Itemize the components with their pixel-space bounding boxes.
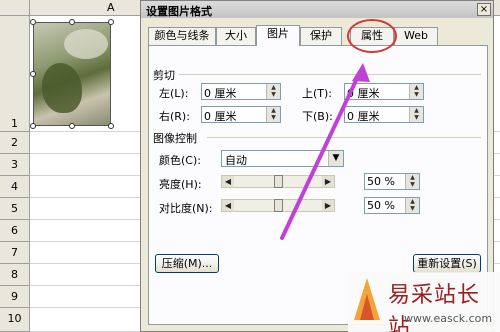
close-button[interactable]: × (477, 3, 491, 16)
contrast-slider[interactable]: ◀ ▶ (221, 199, 335, 212)
row-header-10[interactable]: 10 (0, 308, 30, 332)
contrast-value: 50 % (367, 199, 395, 212)
tab-size[interactable]: 大小 (216, 27, 256, 45)
row-header-4[interactable]: 4 (0, 176, 30, 198)
spinner-arrows[interactable]: ▲ ▼ (266, 84, 280, 99)
crop-left-spinner[interactable]: 0 厘米 ▲ ▼ (201, 83, 281, 100)
image-control-group-label: 图像控制 (153, 132, 197, 145)
spin-down-icon[interactable]: ▼ (410, 114, 423, 121)
dialog-title: 设置图片格式 (146, 5, 212, 18)
row-header-2[interactable]: 2 (0, 132, 30, 154)
contrast-label: 对比度(N): (159, 202, 213, 215)
tab-protection[interactable]: 保护 (300, 27, 342, 45)
spinner-arrows[interactable]: ▲ ▼ (405, 198, 419, 213)
brightness-spinner[interactable]: 50 % ▲ ▼ (364, 173, 420, 190)
row-header-8[interactable]: 8 (0, 264, 30, 286)
chevron-down-icon[interactable]: ▼ (328, 151, 343, 166)
crop-top-label: 上(T): (302, 87, 333, 100)
crop-group-label: 剪切 (153, 69, 175, 82)
slider-right-arrow-icon[interactable]: ▶ (322, 176, 334, 187)
picture-sky (64, 29, 108, 59)
resize-handle-top[interactable] (69, 19, 75, 25)
spin-down-icon[interactable]: ▼ (406, 181, 419, 188)
row-header-3[interactable]: 3 (0, 154, 30, 176)
slider-left-arrow-icon[interactable]: ◀ (222, 200, 234, 211)
inserted-picture[interactable] (33, 22, 111, 126)
spin-up-icon[interactable]: ▲ (410, 107, 423, 114)
crop-bottom-value: 0 厘米 (347, 110, 380, 123)
brightness-slider-thumb[interactable] (273, 175, 283, 188)
spin-up-icon[interactable]: ▲ (406, 174, 419, 181)
crop-right-spinner[interactable]: 0 厘米 ▲ ▼ (201, 106, 281, 123)
spin-down-icon[interactable]: ▼ (410, 91, 423, 98)
crop-bottom-label: 下(B): (302, 110, 333, 123)
reset-button[interactable]: 重新设置(S) (413, 254, 481, 273)
spin-up-icon[interactable]: ▲ (267, 107, 280, 114)
row-header-6[interactable]: 6 (0, 220, 30, 242)
spin-up-icon[interactable]: ▲ (410, 84, 423, 91)
watermark-url: www.easck.com (404, 312, 493, 325)
crop-group-divider (179, 74, 481, 75)
color-select[interactable]: 自动 ▼ (221, 150, 344, 167)
select-all-corner[interactable] (0, 0, 30, 16)
crop-right-value: 0 厘米 (204, 110, 237, 123)
brightness-label: 亮度(H): (159, 178, 202, 191)
column-header-a[interactable]: A (107, 1, 115, 14)
spin-down-icon[interactable]: ▼ (267, 114, 280, 121)
tab-colors-and-lines[interactable]: 颜色与线条 (148, 27, 216, 45)
row-header-9[interactable]: 9 (0, 286, 30, 308)
spinner-arrows[interactable]: ▲ ▼ (266, 107, 280, 122)
spin-up-icon[interactable]: ▲ (406, 198, 419, 205)
slider-right-arrow-icon[interactable]: ▶ (322, 200, 334, 211)
crop-top-spinner[interactable]: 0 厘米 ▲ ▼ (344, 83, 424, 100)
brightness-slider[interactable]: ◀ ▶ (221, 175, 335, 188)
spin-down-icon[interactable]: ▼ (267, 91, 280, 98)
properties-tab-highlight-circle (347, 19, 397, 53)
slider-left-arrow-icon[interactable]: ◀ (222, 176, 234, 187)
crop-bottom-spinner[interactable]: 0 厘米 ▲ ▼ (344, 106, 424, 123)
row-header-5[interactable]: 5 (0, 198, 30, 220)
row-header-1[interactable]: 1 (0, 16, 30, 132)
compress-button[interactable]: 压缩(M)... (155, 254, 219, 273)
spin-down-icon[interactable]: ▼ (406, 205, 419, 212)
watermark: 易采站长站 www.easck.com (348, 272, 500, 332)
image-control-divider (207, 137, 481, 138)
brightness-value: 50 % (367, 175, 395, 188)
tab-picture[interactable]: 图片 (256, 25, 300, 46)
resize-handle-top-left[interactable] (30, 19, 36, 25)
resize-handle-left[interactable] (30, 71, 36, 77)
spinner-arrows[interactable]: ▲ ▼ (409, 107, 423, 122)
contrast-slider-thumb[interactable] (273, 199, 283, 212)
color-label: 颜色(C): (159, 154, 201, 167)
resize-handle-bottom-right[interactable] (108, 123, 114, 129)
spinner-arrows[interactable]: ▲ ▼ (405, 174, 419, 189)
spin-up-icon[interactable]: ▲ (267, 84, 280, 91)
tab-web[interactable]: Web (394, 27, 438, 45)
site-logo-icon (354, 278, 380, 320)
resize-handle-bottom[interactable] (69, 123, 75, 129)
close-icon: × (479, 4, 489, 15)
resize-handle-top-right[interactable] (108, 19, 114, 25)
crop-left-value: 0 厘米 (204, 87, 237, 100)
color-select-value: 自动 (225, 154, 247, 167)
crop-right-label: 右(R): (159, 110, 190, 123)
picture-tree (42, 63, 82, 113)
spinner-arrows[interactable]: ▲ ▼ (409, 84, 423, 99)
resize-handle-bottom-left[interactable] (30, 123, 36, 129)
row-header-7[interactable]: 7 (0, 242, 30, 264)
dialog-titlebar[interactable]: 设置图片格式 × (141, 1, 493, 18)
contrast-spinner[interactable]: 50 % ▲ ▼ (364, 197, 420, 214)
crop-top-value: 0 厘米 (347, 87, 380, 100)
crop-left-label: 左(L): (159, 87, 189, 100)
